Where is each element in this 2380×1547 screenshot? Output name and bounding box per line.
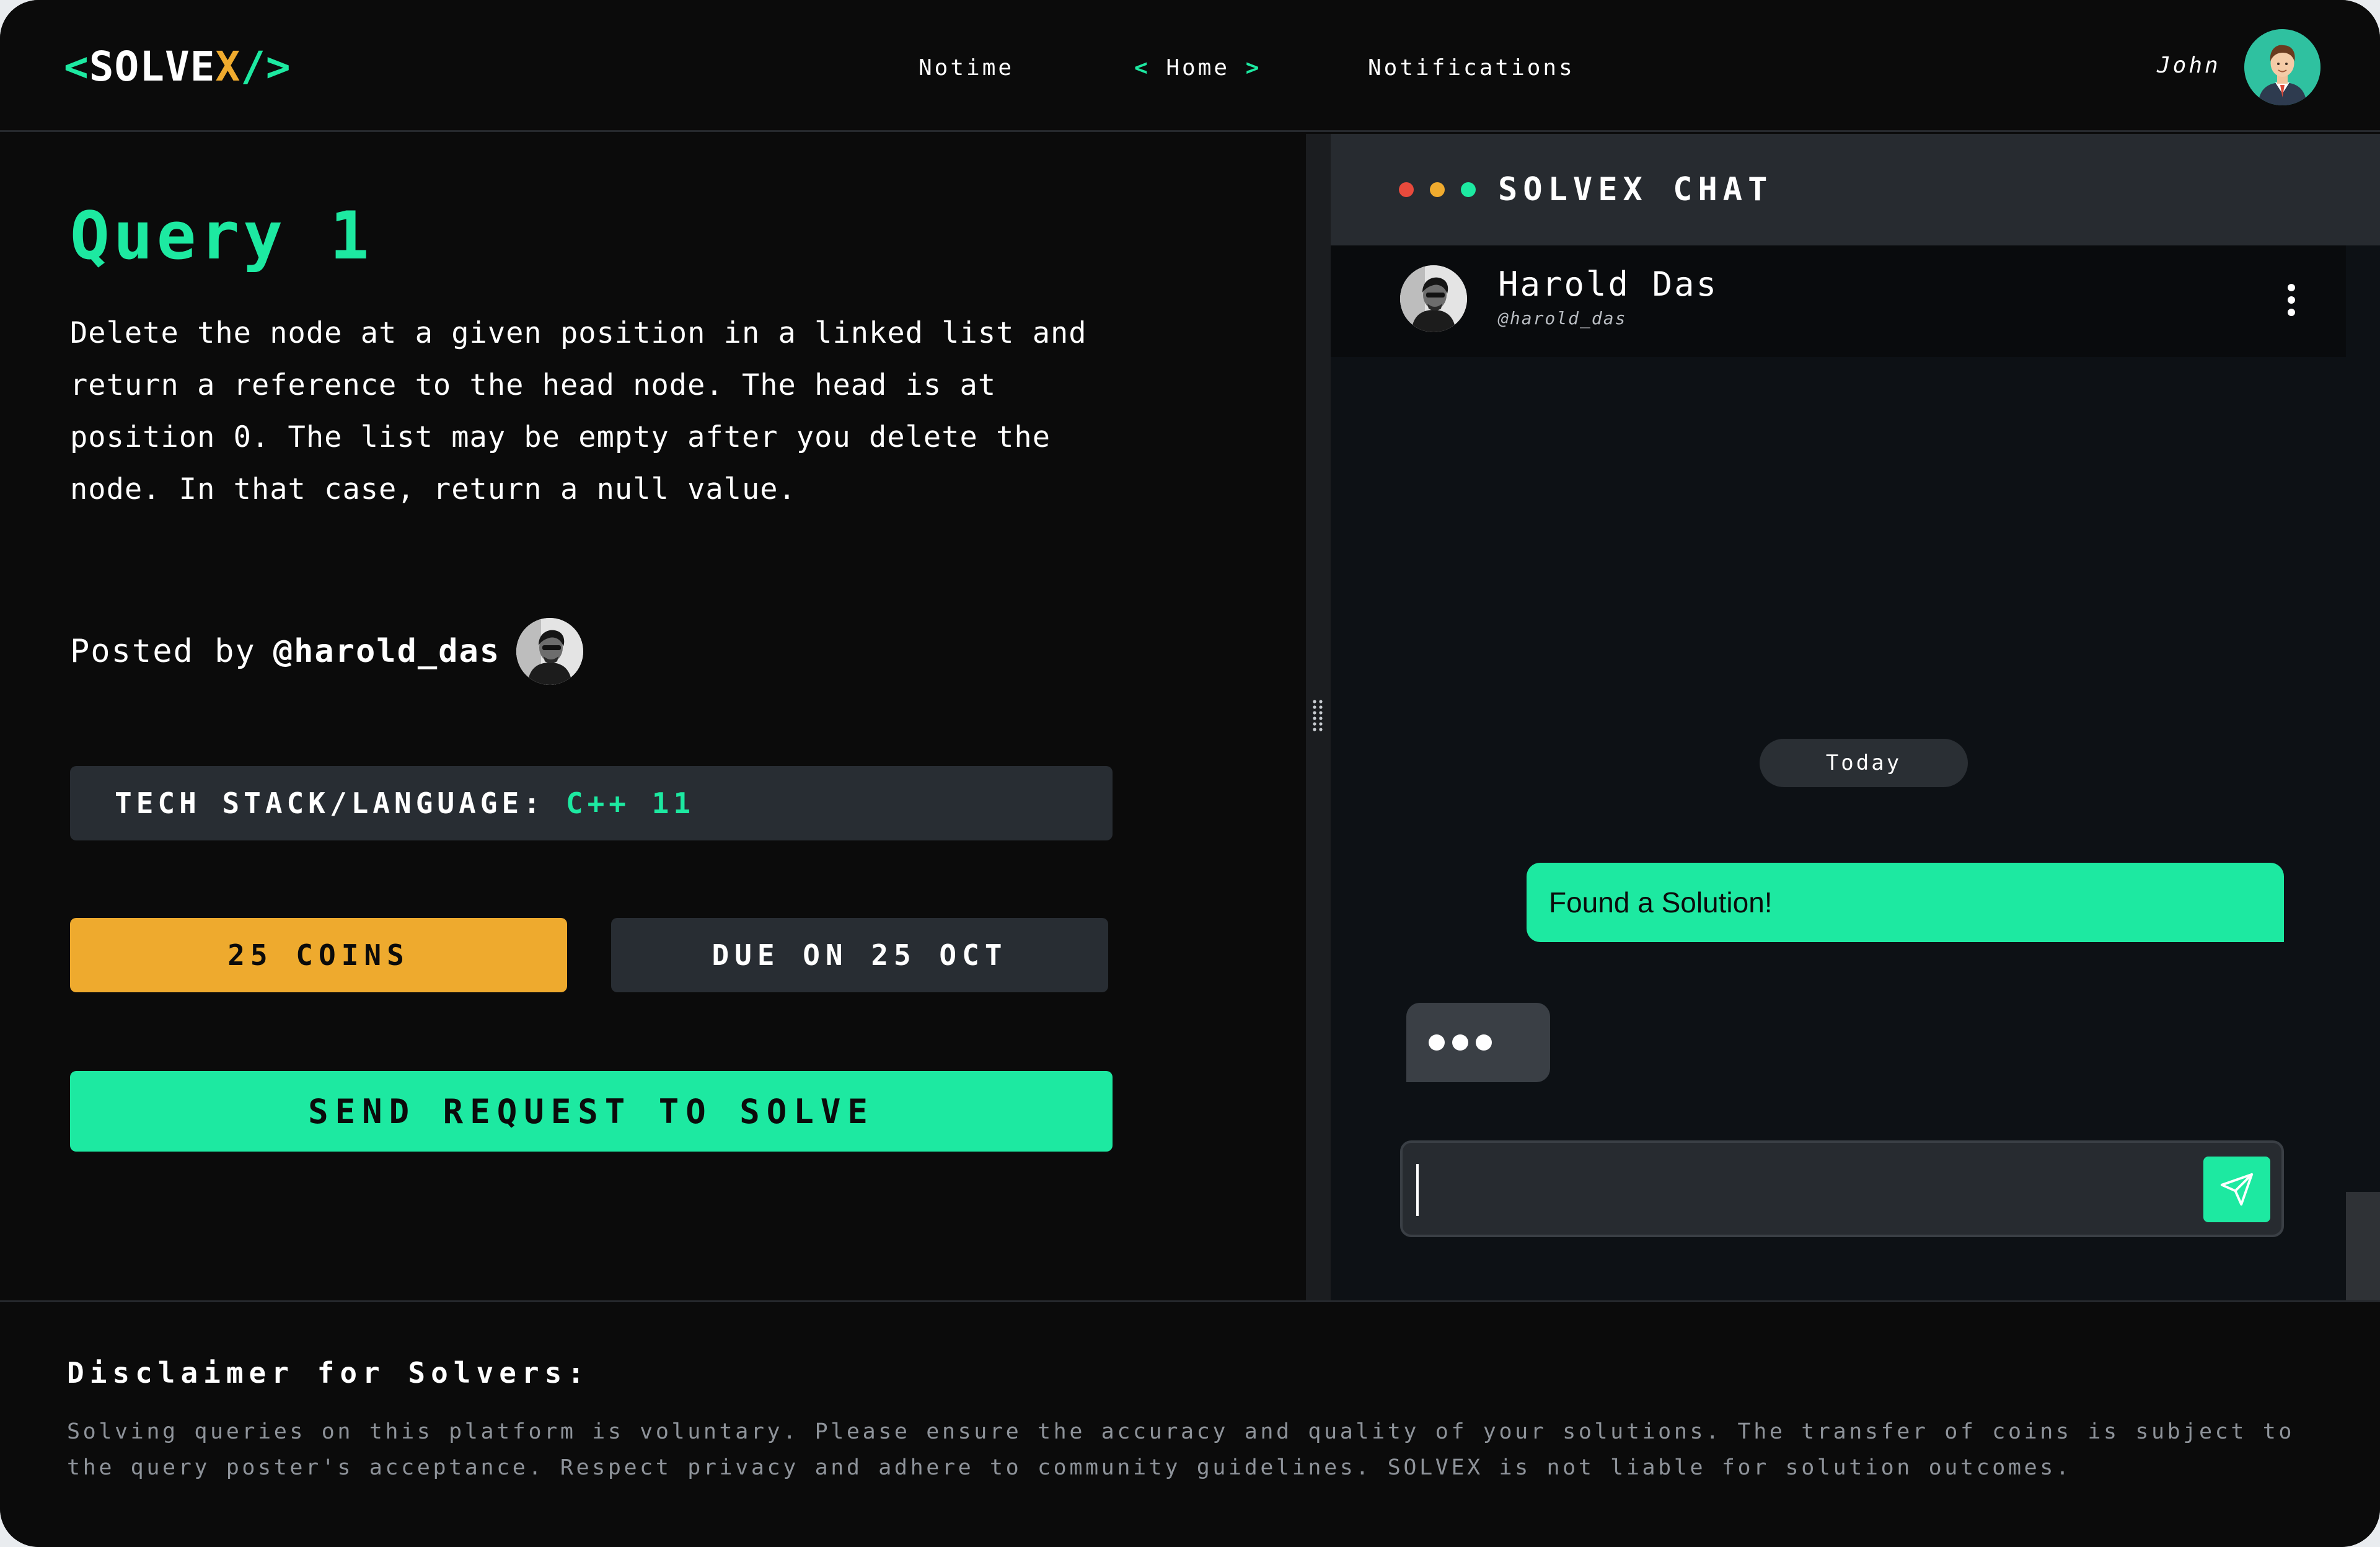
chat-scrollbar[interactable]	[2346, 245, 2380, 1300]
query-panel: Query 1 Delete the node at a given posit…	[0, 134, 1306, 1300]
poster-avatar-icon[interactable]	[516, 618, 584, 685]
text-caret	[1416, 1164, 1419, 1216]
outgoing-message: Found a Solution!	[1527, 863, 2284, 942]
chat-header: SOLVEX CHAT	[1331, 134, 2380, 245]
chat-scrollbar-thumb[interactable]	[2346, 1192, 2380, 1300]
solvex-logo[interactable]: < SOLVE X/>	[64, 41, 291, 93]
date-separator: Today	[1760, 739, 1968, 787]
tech-stack-label: TECH STACK/LANGUAGE:	[115, 787, 545, 820]
send-plane-icon	[2220, 1173, 2254, 1206]
poster-handle-link[interactable]: @harold_das	[273, 633, 500, 670]
orange-dot-icon	[1430, 182, 1445, 197]
tech-stack-bar: TECH STACK/LANGUAGE: C++ 11	[70, 766, 1113, 840]
typing-indicator	[1406, 1003, 1550, 1082]
chat-panel: SOLVEX CHAT Harold Das @harold_das Today…	[1331, 134, 2380, 1300]
red-dot-icon	[1399, 182, 1414, 197]
window-dots	[1399, 182, 1476, 197]
tech-stack-value: C++ 11	[565, 787, 695, 820]
send-message-button[interactable]	[2203, 1157, 2270, 1222]
contact-avatar-icon[interactable]	[1400, 265, 1467, 332]
chevron-right-icon: >	[1245, 55, 1262, 81]
logo-word: SOLVE	[89, 43, 216, 90]
contact-handle: @harold_das	[1498, 308, 1627, 328]
nav-home[interactable]: < Home >	[1134, 50, 1261, 87]
coins-badge: 25 COINS	[70, 918, 567, 992]
query-description: Delete the node at a given position in a…	[70, 316, 1087, 506]
chat-contact-bar: Harold Das @harold_das	[1331, 245, 2346, 357]
send-request-button[interactable]: SEND REQUEST TO SOLVE	[70, 1071, 1113, 1152]
disclaimer-title: Disclaimer for Solvers:	[67, 1356, 590, 1390]
nav-notime[interactable]: Notime	[919, 50, 1014, 87]
logo-close-bracket: />	[240, 43, 291, 90]
message-input[interactable]	[1427, 1155, 2171, 1223]
contact-name: Harold Das	[1498, 265, 1719, 304]
user-name[interactable]: John	[2157, 47, 2221, 84]
chat-title: SOLVEX CHAT	[1498, 171, 1773, 208]
posted-by: Posted by @harold_das	[70, 617, 584, 685]
more-vertical-icon[interactable]	[2279, 280, 2304, 320]
message-input-box[interactable]	[1400, 1140, 2284, 1237]
user-avatar-icon[interactable]	[2244, 29, 2320, 105]
nav-home-label: Home	[1166, 55, 1230, 81]
green-dot-icon	[1461, 182, 1476, 197]
chevron-left-icon: <	[1134, 55, 1150, 81]
logo-x: X	[215, 43, 241, 90]
logo-open-bracket: <	[64, 43, 89, 90]
query-title: Query 1	[70, 198, 373, 274]
drag-handle-icon[interactable]	[1310, 698, 1326, 734]
nav-notifications[interactable]: Notifications	[1368, 50, 1575, 87]
posted-by-label: Posted by	[70, 633, 256, 670]
due-date-badge: DUE ON 25 OCT	[611, 918, 1108, 992]
top-navbar: < SOLVE X/> Notime < Home > Notifications …	[0, 0, 2380, 132]
app-window: < SOLVE X/> Notime < Home > Notifications …	[0, 0, 2380, 1547]
disclaimer-text: Solving queries on this platform is volu…	[67, 1419, 2295, 1480]
footer: Disclaimer for Solvers: Solving queries …	[0, 1300, 2380, 1547]
